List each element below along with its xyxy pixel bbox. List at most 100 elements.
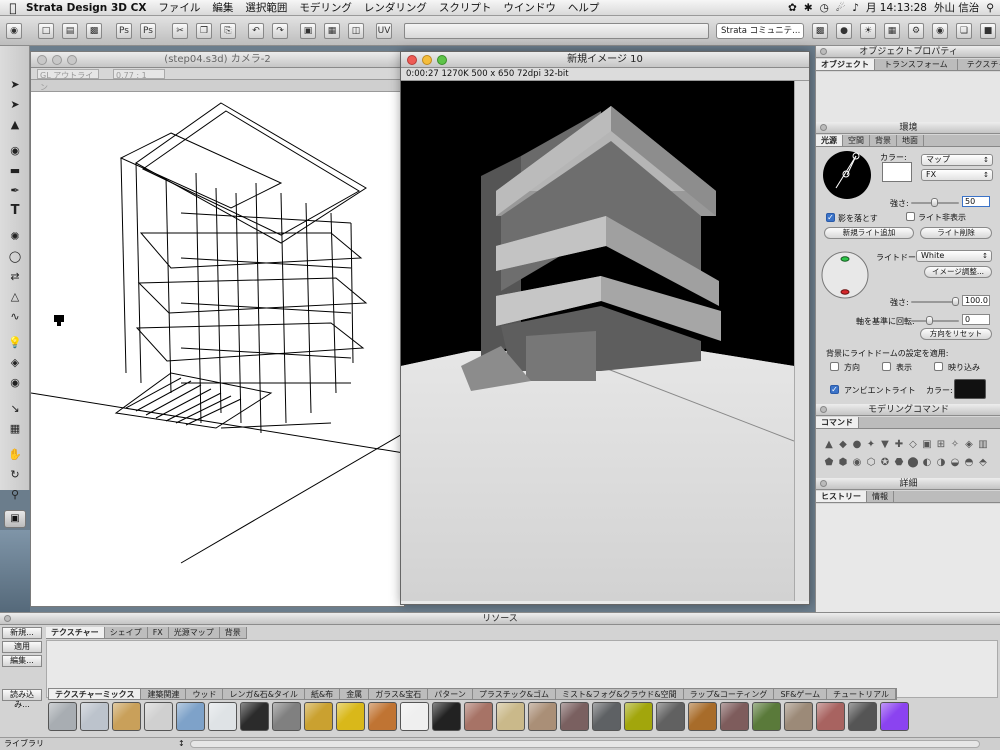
material-swatch[interactable] <box>560 702 589 731</box>
material-swatch[interactable] <box>336 702 365 731</box>
apply-resource-button[interactable]: 適用 <box>2 641 42 653</box>
command-icon-19[interactable]: ◐ <box>920 454 934 472</box>
image-adjust-button[interactable]: イメージ調整... <box>924 266 992 278</box>
command-icon-15[interactable]: ⬡ <box>864 454 878 472</box>
copy-icon[interactable]: ❐ <box>196 23 212 39</box>
library-menu[interactable]: ライブラリ <box>4 738 44 750</box>
material-swatch[interactable] <box>464 702 493 731</box>
hand-tool-icon[interactable]: ✋ <box>6 446 24 464</box>
apply-display-checkbox[interactable] <box>882 362 891 371</box>
material-swatch[interactable] <box>720 702 749 731</box>
close-icon[interactable] <box>820 406 827 413</box>
wireframe-viewport[interactable] <box>31 93 404 606</box>
library-scrollbar[interactable] <box>190 740 980 748</box>
command-icon-3[interactable]: ✦ <box>864 436 878 454</box>
cut-icon[interactable]: ✂ <box>172 23 188 39</box>
delete-light-button[interactable]: ライト削除 <box>920 227 992 239</box>
history-list[interactable] <box>816 504 1000 612</box>
zoom-icon[interactable] <box>437 55 447 65</box>
select-arrow-icon[interactable]: ➤ <box>6 76 24 94</box>
app-menu[interactable]: Strata Design 3D CX <box>26 2 146 14</box>
library-tab-12[interactable]: チュートリアル <box>827 689 897 699</box>
bluetooth-icon[interactable]: ✱ <box>804 2 813 14</box>
rotate-knob[interactable] <box>926 316 933 325</box>
library-tab-0[interactable]: テクスチャーミックス <box>49 689 142 699</box>
command-icon-20[interactable]: ◑ <box>934 454 948 472</box>
light-direction-sphere[interactable] <box>822 150 872 200</box>
command-icon-0[interactable]: ▲ <box>822 436 836 454</box>
resource-panel-title[interactable]: リソース <box>0 613 1000 625</box>
material-swatch[interactable] <box>368 702 397 731</box>
tab-shape[interactable]: シェイプ <box>105 627 148 638</box>
grid-tool-icon[interactable]: ▦ <box>6 420 24 438</box>
fx-select[interactable]: FX <box>921 169 993 181</box>
command-icon-1[interactable]: ◆ <box>836 436 850 454</box>
material-swatch[interactable] <box>432 702 461 731</box>
menu-window[interactable]: ウインドウ <box>503 0 556 15</box>
material-swatch[interactable] <box>400 702 429 731</box>
new-resource-button[interactable]: 新規... <box>2 627 42 639</box>
dome-select[interactable]: White <box>916 250 992 262</box>
menu-edit[interactable]: 編集 <box>212 0 233 15</box>
camera-marker-icon[interactable] <box>54 315 64 326</box>
dome-intensity-field[interactable]: 100.0 <box>962 295 990 306</box>
tab-light[interactable]: 光源 <box>816 135 843 146</box>
sweep-tool-icon[interactable]: ✺ <box>6 228 24 246</box>
command-icon-21[interactable]: ◒ <box>948 454 962 472</box>
material-swatch[interactable] <box>592 702 621 731</box>
library-arrow-icon[interactable]: ↕ <box>178 738 185 750</box>
tab-texture[interactable]: テクスチャー <box>958 59 1000 70</box>
tab-transform[interactable]: トランスフォーム <box>875 59 958 70</box>
dome-intensity-knob[interactable] <box>952 297 959 306</box>
apply-direction-checkbox[interactable] <box>830 362 839 371</box>
material-swatch[interactable] <box>880 702 909 731</box>
material-swatch[interactable] <box>240 702 269 731</box>
render-mode-select[interactable]: GL アウトライン <box>37 69 99 92</box>
edit-resource-button[interactable]: 編集... <box>2 655 42 667</box>
select-add-icon[interactable]: ➤ <box>6 96 24 114</box>
tab-info[interactable]: 情報 <box>867 491 894 502</box>
command-icon-23[interactable]: ⬘ <box>976 454 990 472</box>
menu-selection[interactable]: 選択範囲 <box>245 0 287 15</box>
menu-rendering[interactable]: レンダリング <box>364 0 427 15</box>
map-select[interactable]: マップ <box>921 154 993 166</box>
close-icon[interactable] <box>820 48 827 55</box>
open-icon[interactable]: ▤ <box>62 23 78 39</box>
close-icon[interactable] <box>407 55 417 65</box>
undo-icon[interactable]: ↶ <box>248 23 264 39</box>
modeling-window-titlebar[interactable]: (step04.s3d) カメラ-2 <box>31 52 404 68</box>
command-icon-9[interactable]: ✧ <box>948 436 962 454</box>
command-icon-22[interactable]: ◓ <box>962 454 976 472</box>
align-icon[interactable]: ◫ <box>348 23 364 39</box>
script-icon[interactable]: ❏ <box>956 23 972 39</box>
tab-background[interactable]: 背景 <box>870 135 897 146</box>
material-swatch[interactable] <box>496 702 525 731</box>
spotlight-icon[interactable]: ⚲ <box>986 2 994 14</box>
reset-direction-button[interactable]: 方向をリセット <box>920 328 992 340</box>
menu-modeling[interactable]: モデリング <box>299 0 352 15</box>
menu-script[interactable]: スクリプト <box>439 0 492 15</box>
tab-fx[interactable]: FX <box>148 627 169 638</box>
tab-history[interactable]: ヒストリー <box>816 491 867 502</box>
command-icon-16[interactable]: ✪ <box>878 454 892 472</box>
ps-export-icon[interactable]: Ps <box>140 23 156 39</box>
close-icon[interactable] <box>820 480 827 487</box>
tab-object[interactable]: オブジェクト <box>816 59 875 70</box>
tab-ground[interactable]: 地面 <box>897 135 924 146</box>
text-tool-icon[interactable]: T <box>6 202 24 220</box>
new-icon[interactable]: □ <box>38 23 54 39</box>
redo-icon[interactable]: ↷ <box>272 23 288 39</box>
material-swatch[interactable] <box>48 702 77 731</box>
library-tab-9[interactable]: ミスト&フォグ&クラウド&空間 <box>556 689 684 699</box>
timemachine-icon[interactable]: ◷ <box>820 2 829 14</box>
light-tool-icon[interactable]: 💡 <box>6 334 24 352</box>
material-swatch[interactable] <box>112 702 141 731</box>
pen-tool-icon[interactable]: ✒ <box>6 182 24 200</box>
render-tool-icon[interactable]: ▣ <box>4 510 26 528</box>
render-icon[interactable]: ⚙ <box>908 23 924 39</box>
light-icon[interactable]: ☀ <box>860 23 876 39</box>
library-tab-10[interactable]: ラップ&コーティング <box>684 689 775 699</box>
modeling-command-title[interactable]: モデリングコマンド <box>816 404 1000 416</box>
measure-tool-icon[interactable]: ↘ <box>6 400 24 418</box>
material-swatch[interactable] <box>816 702 845 731</box>
